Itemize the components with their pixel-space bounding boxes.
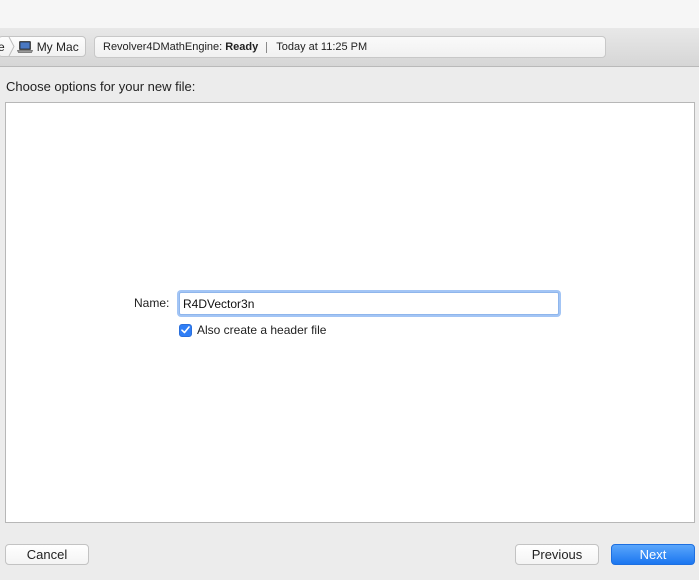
activity-viewer: Revolver4DMathEngine: Ready Today at 11:…	[94, 36, 606, 58]
scheme-destination-selector[interactable]: e My Mac	[0, 36, 86, 57]
dialog-prompt: Choose options for your new file:	[6, 79, 196, 94]
cancel-button[interactable]: Cancel	[5, 544, 89, 565]
checkmark-icon	[181, 326, 190, 334]
header-file-checkbox[interactable]	[179, 323, 192, 337]
activity-timestamp: Today at 11:25 PM	[276, 41, 368, 53]
previous-button[interactable]: Previous	[515, 544, 599, 565]
chevron-right-icon	[7, 37, 16, 56]
header-file-label: Also create a header file	[197, 323, 327, 337]
name-label: Name:	[134, 296, 170, 310]
laptop-icon	[16, 40, 33, 53]
name-input[interactable]	[179, 292, 559, 315]
options-panel: Name: Also create a header file	[5, 102, 695, 523]
destination-label: My Mac	[36, 39, 79, 54]
activity-status: Ready	[225, 41, 259, 53]
scheme-name: e	[0, 40, 5, 54]
title-bar	[0, 0, 699, 29]
header-file-option[interactable]: Also create a header file	[179, 323, 326, 337]
toolbar: e My Mac Revolver4DMathEngine: Ready Tod…	[0, 28, 699, 67]
activity-project-name: Revolver4DMathEngine:	[103, 41, 223, 53]
activity-divider	[266, 41, 268, 53]
new-file-dialog-window: e My Mac Revolver4DMathEngine: Ready Tod…	[0, 0, 699, 580]
next-button[interactable]: Next	[611, 544, 695, 565]
